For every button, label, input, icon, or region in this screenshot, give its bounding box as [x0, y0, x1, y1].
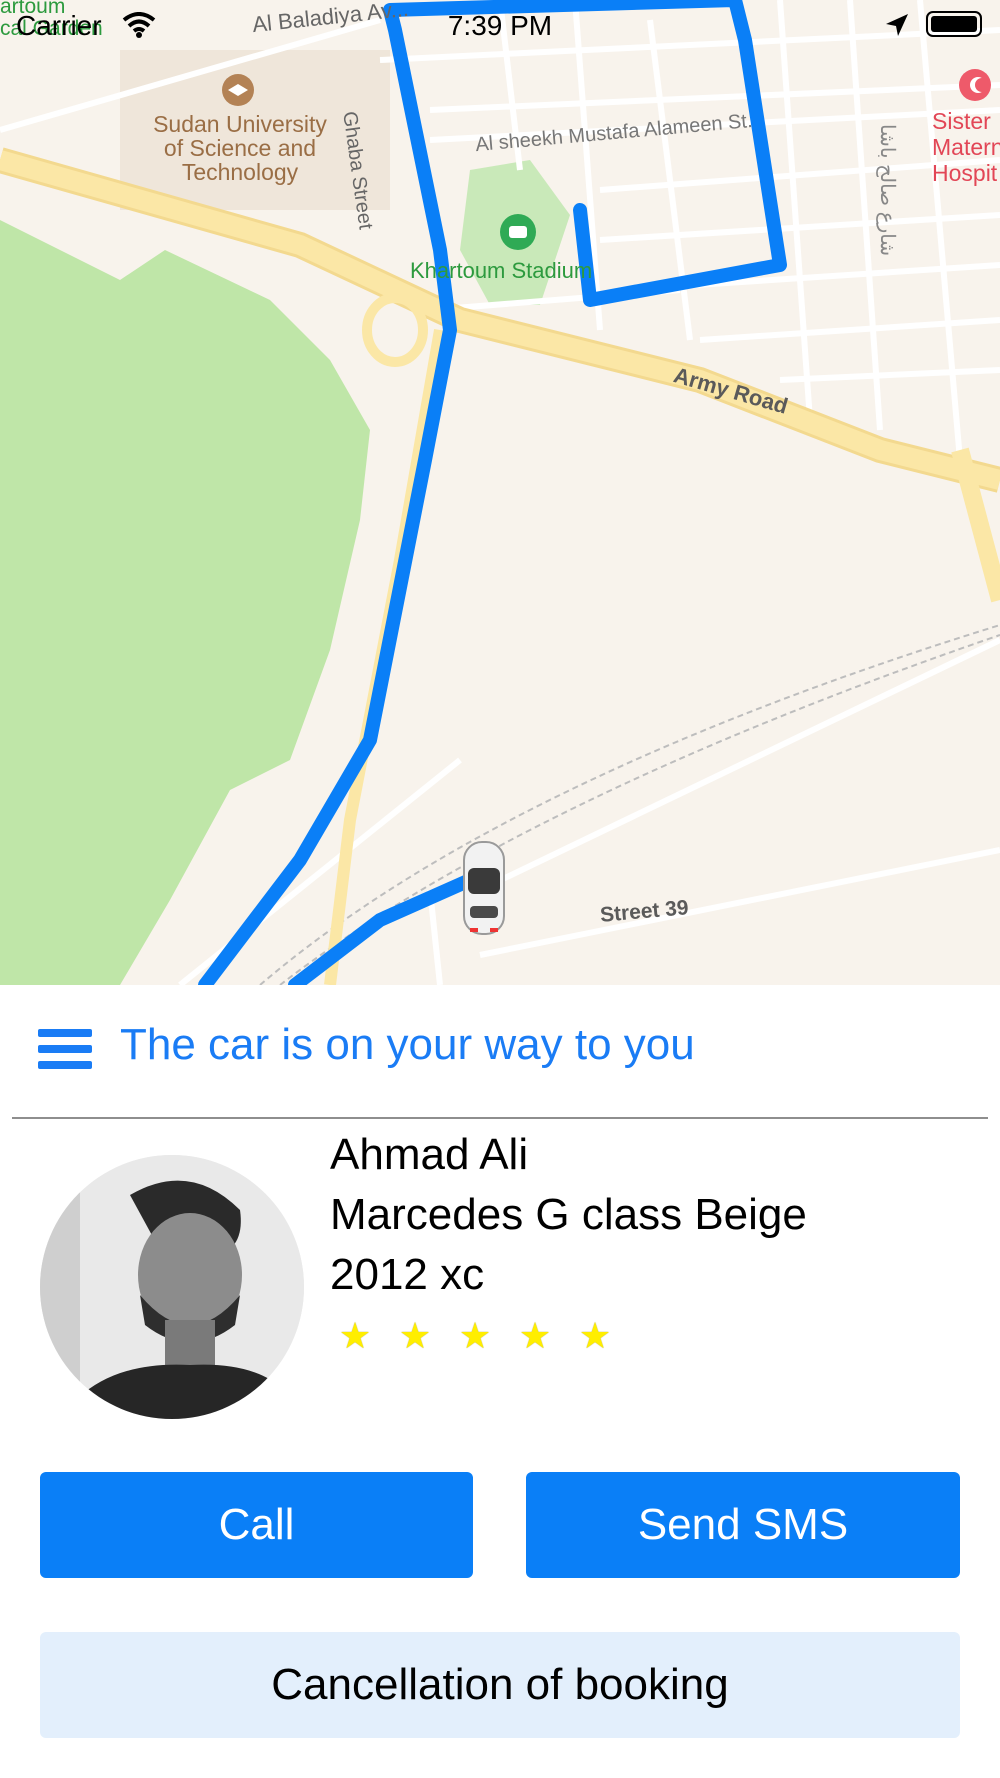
star-icon: ★ — [398, 1315, 432, 1356]
star-icon: ★ — [338, 1315, 372, 1356]
stadium-label: Khartoum Stadium — [410, 258, 593, 283]
driver-name: Ahmad Ali — [330, 1130, 529, 1179]
hamburger-icon[interactable] — [38, 1029, 92, 1073]
star-icon: ★ — [458, 1315, 492, 1356]
send-sms-button[interactable]: Send SMS — [526, 1472, 960, 1578]
cancel-booking-button[interactable]: Cancellation of booking — [40, 1632, 960, 1738]
star-icon: ★ — [518, 1315, 552, 1356]
status-bar: Carrier 7:39 PM — [0, 0, 1000, 50]
driver-rating: ★ ★ ★ ★ ★ — [330, 1315, 630, 1357]
graduation-cap-icon — [222, 74, 254, 106]
car-icon — [463, 841, 505, 935]
university-label: Sudan University of Science and Technolo… — [153, 111, 327, 185]
map-view[interactable]: artoum cal Garden Al Baladiya Av... Ghab… — [0, 0, 1000, 985]
arabic-street-label: شارع صالح باشا — [876, 124, 898, 257]
battery-icon — [926, 11, 982, 37]
crescent-icon — [959, 69, 991, 101]
star-icon: ★ — [578, 1315, 612, 1356]
car-year: 2012 xc — [330, 1250, 485, 1299]
hospital-label: Sister Matern Hospit — [932, 108, 1000, 186]
call-button[interactable]: Call — [40, 1472, 473, 1578]
clock: 7:39 PM — [447, 10, 553, 41]
divider — [12, 1117, 988, 1119]
car-model: Marcedes G class Beige — [330, 1190, 807, 1239]
location-arrow-icon — [886, 14, 908, 36]
driver-avatar — [40, 1155, 304, 1419]
driver-photo — [40, 1155, 304, 1419]
trip-status-message: The car is on your way to you — [120, 1020, 695, 1069]
stadium-icon — [500, 214, 536, 250]
